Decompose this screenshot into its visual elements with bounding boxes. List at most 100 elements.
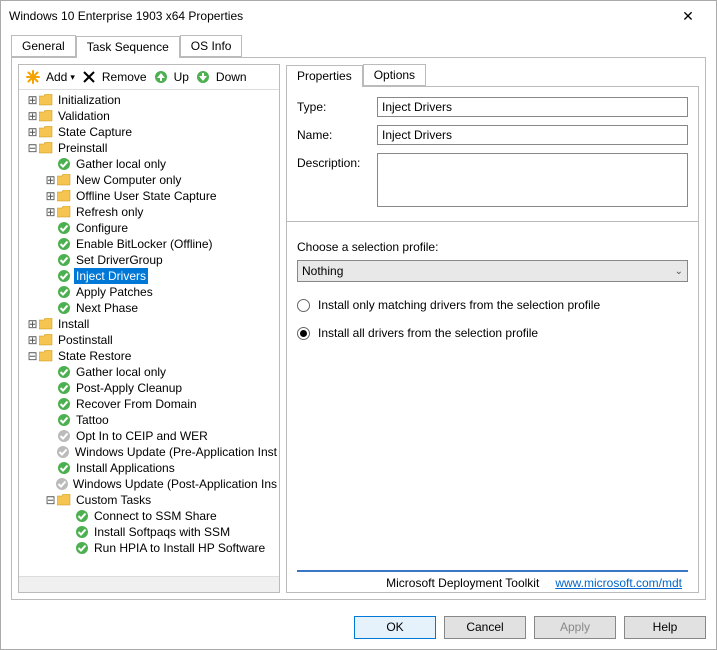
tree-node-label: Apply Patches — [74, 284, 155, 300]
sub-tabs: PropertiesOptions — [286, 64, 699, 86]
check-icon — [74, 524, 90, 540]
tree-node-label: Opt In to CEIP and WER — [74, 428, 210, 444]
tree-node-label: Validation — [56, 108, 112, 124]
tree-node[interactable]: ⊞Offline User State Capture — [23, 188, 279, 204]
tree-node-label: Run HPIA to Install HP Software — [92, 540, 267, 556]
tree-toolbar: Add ▾ Remove — [19, 65, 279, 90]
down-button[interactable]: Down — [195, 69, 247, 85]
folder-icon — [38, 332, 54, 348]
tree-node[interactable]: Gather local only — [23, 364, 279, 380]
name-field[interactable] — [377, 125, 688, 145]
expand-icon[interactable]: ⊞ — [27, 92, 38, 108]
dropdown-caret-icon: ▾ — [70, 72, 75, 83]
tree-node-label: Preinstall — [56, 140, 109, 156]
up-label: Up — [174, 70, 189, 84]
tree-node-label: Gather local only — [74, 364, 168, 380]
tree-node-label: Gather local only — [74, 156, 168, 172]
horizontal-scrollbar[interactable] — [19, 576, 279, 592]
expand-icon[interactable]: ⊞ — [27, 108, 38, 124]
folder-icon — [56, 204, 72, 220]
tree-node[interactable]: Apply Patches — [23, 284, 279, 300]
tree-node[interactable]: ⊞ New Computer only — [23, 172, 279, 188]
selection-profile-select[interactable]: Nothing ⌄ — [297, 260, 688, 282]
tree-node[interactable]: ⊟Custom Tasks — [23, 492, 279, 508]
tree-node-label: Enable BitLocker (Offline) — [74, 236, 215, 252]
outer-tabs: GeneralTask SequenceOS Info — [11, 35, 706, 57]
cancel-button[interactable]: Cancel — [444, 616, 526, 639]
collapse-icon[interactable]: ⊟ — [27, 140, 38, 156]
close-icon[interactable]: ✕ — [668, 8, 708, 25]
up-button[interactable]: Up — [153, 69, 189, 85]
tree-node[interactable]: ⊞ Refresh only — [23, 204, 279, 220]
radio-icon — [297, 299, 310, 312]
folder-icon — [56, 492, 72, 508]
check-icon — [56, 236, 72, 252]
collapse-icon[interactable]: ⊟ — [45, 492, 56, 508]
tab-general[interactable]: General — [11, 35, 76, 57]
disabled-icon — [55, 476, 69, 492]
dialog-buttons: OK Cancel Apply Help — [1, 606, 716, 649]
tree-node[interactable]: ⊞ Validation — [23, 108, 279, 124]
tab-task-sequence[interactable]: Task Sequence — [76, 36, 180, 58]
tree-node[interactable]: Set DriverGroup — [23, 252, 279, 268]
down-icon — [195, 69, 211, 85]
tree-node[interactable]: Opt In to CEIP and WER — [23, 428, 279, 444]
footer-link[interactable]: www.microsoft.com/mdt — [555, 576, 682, 590]
folder-icon — [38, 348, 54, 364]
expand-icon[interactable]: ⊞ — [27, 316, 38, 332]
subtab-options[interactable]: Options — [363, 64, 426, 86]
tree-node-label: Configure — [74, 220, 130, 236]
tree-node[interactable]: Enable BitLocker (Offline) — [23, 236, 279, 252]
radio-install-all[interactable]: Install all drivers from the selection p… — [297, 326, 688, 340]
tree-node[interactable]: ⊟ Preinstall — [23, 140, 279, 156]
check-icon — [56, 300, 72, 316]
tree-node[interactable]: Next Phase — [23, 300, 279, 316]
tree-node[interactable]: ⊟State Restore — [23, 348, 279, 364]
collapse-icon[interactable]: ⊟ — [27, 348, 38, 364]
type-field — [377, 97, 688, 117]
tree-node[interactable]: Tattoo — [23, 412, 279, 428]
tree-node[interactable]: Install Applications — [23, 460, 279, 476]
tree-node[interactable]: Gather local only — [23, 156, 279, 172]
tab-os-info[interactable]: OS Info — [180, 35, 243, 57]
tree-node-label: Windows Update (Post-Application Ins — [71, 476, 279, 492]
tree-node[interactable]: Configure — [23, 220, 279, 236]
tree-scroll[interactable]: ⊞Initialization⊞Validation⊞State Capture… — [19, 90, 279, 576]
tree-node[interactable]: ⊞Initialization — [23, 92, 279, 108]
tree-node-label: Recover From Domain — [74, 396, 199, 412]
tree-node-label: New Computer only — [74, 172, 183, 188]
subtab-properties[interactable]: Properties — [286, 65, 363, 87]
tree-node-label: Set DriverGroup — [74, 252, 165, 268]
description-label: Description: — [297, 153, 377, 170]
help-button[interactable]: Help — [624, 616, 706, 639]
tree-node[interactable]: ⊞Install — [23, 316, 279, 332]
folder-icon — [38, 140, 54, 156]
tree-node[interactable]: ⊞State Capture — [23, 124, 279, 140]
add-button[interactable]: Add ▾ — [25, 69, 75, 85]
ok-button[interactable]: OK — [354, 616, 436, 639]
expand-icon[interactable]: ⊞ — [45, 204, 56, 220]
tree-node[interactable]: Install Softpaqs with SSM — [23, 524, 279, 540]
radio-matching-only[interactable]: Install only matching drivers from the s… — [297, 298, 688, 312]
expand-icon[interactable]: ⊞ — [27, 332, 38, 348]
tree-node-label: Tattoo — [74, 412, 111, 428]
tree-node[interactable]: Connect to SSM Share — [23, 508, 279, 524]
footer-brand: Microsoft Deployment Toolkit — [386, 576, 539, 590]
tree-node[interactable]: ⊞ Postinstall — [23, 332, 279, 348]
tree-node[interactable]: Post-Apply Cleanup — [23, 380, 279, 396]
expand-icon[interactable]: ⊞ — [27, 124, 38, 140]
tree-node-label: Refresh only — [74, 204, 145, 220]
selection-profile-label: Choose a selection profile: — [297, 240, 688, 254]
expand-icon[interactable]: ⊞ — [45, 188, 56, 204]
tree-node[interactable]: Recover From Domain — [23, 396, 279, 412]
tree-node[interactable]: Run HPIA to Install HP Software — [23, 540, 279, 556]
remove-button[interactable]: Remove — [81, 69, 147, 85]
apply-button[interactable]: Apply — [534, 616, 616, 639]
description-field[interactable] — [377, 153, 688, 207]
tree-node[interactable]: Inject Drivers — [23, 268, 279, 284]
check-icon — [56, 252, 72, 268]
tree-node[interactable]: Windows Update (Pre-Application Inst — [23, 444, 279, 460]
expand-icon[interactable]: ⊞ — [45, 172, 56, 188]
tree-node[interactable]: Windows Update (Post-Application Ins — [23, 476, 279, 492]
tree-node-label: Postinstall — [56, 332, 115, 348]
